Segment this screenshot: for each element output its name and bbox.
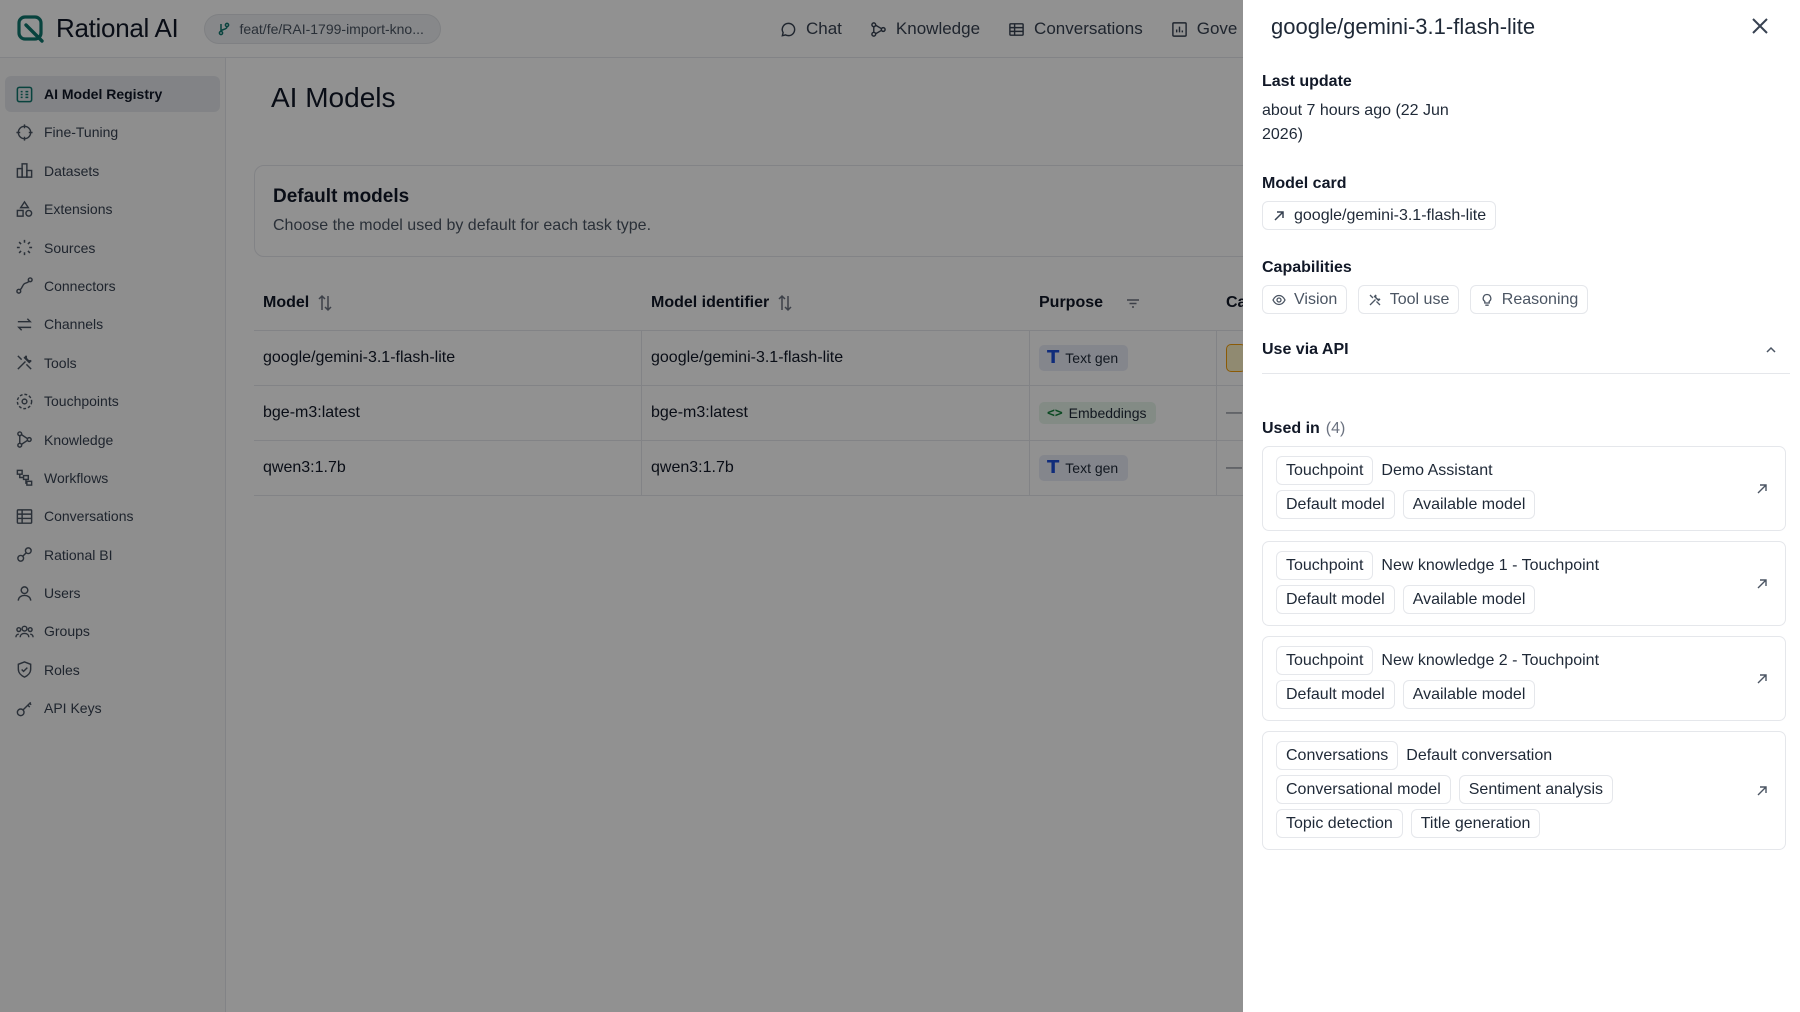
use-type-chip: Touchpoint [1276, 646, 1374, 675]
use-name: New knowledge 2 - Touchpoint [1381, 651, 1600, 669]
used-in-card[interactable]: Touchpoint New knowledge 2 - Touchpoint … [1262, 636, 1786, 721]
role-chip: Default model [1276, 490, 1395, 519]
role-chip: Sentiment analysis [1458, 775, 1614, 804]
use-via-api-label: Use via API [1262, 340, 1349, 358]
external-link-icon[interactable] [1755, 784, 1769, 798]
used-in-card[interactable]: Touchpoint Demo Assistant Default model … [1262, 446, 1786, 531]
tools-icon [1369, 294, 1381, 305]
model-card-link[interactable]: google/gemini-3.1-flash-lite [1262, 201, 1497, 230]
used-in-section: Used in (4) Touchpoint Demo Assistant Def… [1262, 420, 1786, 860]
used-in-count: (4) [1325, 420, 1346, 437]
use-header-line: Touchpoint New knowledge 1 - Touchpoint [1276, 551, 1735, 580]
used-in-card[interactable]: Touchpoint New knowledge 1 - Touchpoint … [1262, 541, 1786, 626]
use-roles-line: Topic detection Title generation [1276, 809, 1735, 838]
role-chip: Default model [1276, 585, 1395, 614]
used-in-label: Used in [1262, 420, 1320, 437]
close-icon[interactable] [1748, 14, 1772, 38]
use-header-line: Touchpoint New knowledge 2 - Touchpoint [1276, 646, 1735, 675]
use-name: Default conversation [1406, 746, 1553, 764]
model-detail-drawer: google/gemini-3.1-flash-lite Last update… [1243, 0, 1800, 1012]
eye-icon [1272, 294, 1286, 305]
role-chip: Available model [1402, 585, 1536, 614]
use-roles-line: Conversational model Sentiment analysis [1276, 775, 1735, 804]
use-roles-line: Default model Available model [1276, 680, 1735, 709]
last-update-label: Last update [1262, 73, 1352, 90]
model-card-label: Model card [1262, 175, 1347, 192]
use-type-chip: Conversations [1276, 741, 1399, 770]
use-type-chip: Touchpoint [1276, 551, 1374, 580]
capability-tool-use: Tool use [1357, 285, 1460, 314]
capability-label: Reasoning [1501, 290, 1579, 308]
capability-label: Vision [1294, 290, 1338, 308]
role-chip: Default model [1276, 680, 1395, 709]
external-link-icon[interactable] [1755, 672, 1769, 686]
chevron-up-icon [1766, 346, 1776, 353]
last-update-section: Last update about 7 hours ago (22 Jun 20… [1262, 73, 1782, 147]
capability-label: Tool use [1389, 290, 1450, 308]
use-via-api-section[interactable]: Use via API [1262, 326, 1790, 374]
use-header-line: Touchpoint Demo Assistant [1276, 456, 1735, 485]
capabilities-label: Capabilities [1262, 259, 1352, 276]
used-in-heading: Used in (4) [1262, 420, 1782, 438]
capability-reasoning: Reasoning [1469, 285, 1589, 314]
use-type-chip: Touchpoint [1276, 456, 1374, 485]
use-header-line: Conversations Default conversation [1276, 741, 1735, 770]
role-chip: Title generation [1410, 809, 1541, 838]
role-chip: Topic detection [1276, 809, 1403, 838]
use-roles-line: Default model Available model [1276, 490, 1735, 519]
model-card-section: Model card google/gemini-3.1-flash-lite [1262, 175, 1782, 230]
used-in-card[interactable]: Conversations Default conversation Conve… [1262, 731, 1786, 850]
external-link-icon[interactable] [1755, 482, 1769, 496]
model-card-link-text: google/gemini-3.1-flash-lite [1294, 206, 1487, 224]
use-name: Demo Assistant [1381, 461, 1493, 479]
last-update-value: about 7 hours ago (22 Jun 2026) [1262, 102, 1449, 143]
lightbulb-icon [1482, 293, 1492, 306]
role-chip: Conversational model [1276, 775, 1451, 804]
use-name: New knowledge 1 - Touchpoint [1381, 556, 1600, 574]
role-chip: Available model [1402, 680, 1536, 709]
role-chip: Available model [1402, 490, 1536, 519]
external-link-icon[interactable] [1755, 577, 1769, 591]
capability-vision: Vision [1262, 285, 1348, 314]
external-link-icon [1274, 210, 1284, 221]
capabilities-section: Capabilities Vision Tool use Reasoning [1262, 259, 1782, 314]
use-via-api-toggle[interactable]: Use via API [1262, 326, 1790, 374]
drawer-title: google/gemini-3.1-flash-lite [1271, 14, 1536, 39]
use-roles-line: Default model Available model [1276, 585, 1735, 614]
